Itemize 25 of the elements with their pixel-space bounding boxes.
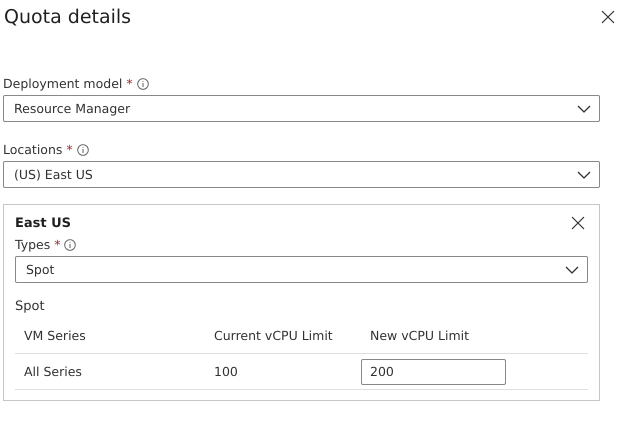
close-icon xyxy=(570,215,586,231)
info-icon xyxy=(64,238,76,250)
required-marker: * xyxy=(126,76,133,91)
required-marker: * xyxy=(66,142,73,157)
dropdown[interactable]: (US) East US xyxy=(3,161,600,188)
column-header: VM Series xyxy=(15,328,205,354)
section-title: Spot xyxy=(15,299,46,314)
dropdown[interactable]: Spot xyxy=(15,256,588,283)
column-header: Current vCPU Limit xyxy=(205,328,361,354)
field-label: Deployment model xyxy=(3,76,122,91)
chevron-down-icon xyxy=(577,104,591,112)
dropdown[interactable]: Resource Manager xyxy=(3,95,600,122)
close-icon xyxy=(600,9,616,25)
chevron-down-icon xyxy=(565,266,579,274)
info-icon xyxy=(76,144,89,156)
input-field[interactable]: 200 xyxy=(361,358,506,384)
column-header: New vCPU Limit xyxy=(361,328,588,354)
panel-title: Quota details xyxy=(4,6,132,28)
table-cell: All Series xyxy=(15,354,205,390)
card-title: East US xyxy=(15,216,72,230)
required-marker: * xyxy=(54,237,60,252)
field-label: Locations xyxy=(3,142,62,157)
info-icon xyxy=(136,78,149,90)
chevron-down-icon xyxy=(577,170,591,178)
field-label: Types xyxy=(15,237,50,252)
